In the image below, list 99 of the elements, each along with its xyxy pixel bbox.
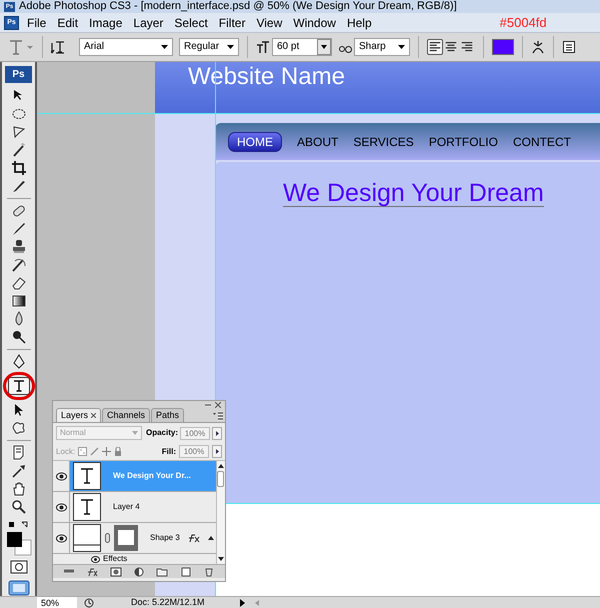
layer-name: Shape 3 (150, 534, 180, 542)
caret-icon (227, 45, 234, 49)
layer-name: Layer 4 (113, 503, 140, 511)
pen-icon (10, 354, 26, 370)
color-swatches-icon[interactable] (4, 530, 32, 556)
menu-item[interactable]: Edit (57, 16, 78, 28)
palette-icon[interactable] (562, 40, 576, 54)
lasso-icon (10, 124, 26, 140)
brush-icon (10, 221, 26, 237)
nav-link[interactable]: PORTFOLIO (428, 136, 498, 148)
status-menu-arrow-icon[interactable] (237, 598, 247, 608)
app-logo: Ps (5, 66, 32, 83)
tool-button[interactable] (8, 377, 30, 395)
lock-icon[interactable] (114, 447, 122, 456)
text-orientation-icon[interactable] (51, 40, 65, 54)
nav-link[interactable]: CONTECT (512, 136, 571, 148)
panel-tab[interactable]: Paths (151, 408, 184, 422)
opacity-field[interactable]: 100% (180, 426, 210, 440)
effects-label: Effects (103, 555, 128, 563)
wand-icon (10, 142, 26, 158)
history-brush-icon (10, 257, 26, 273)
warp-text-icon[interactable] (531, 40, 545, 54)
anti-alias-dropdown[interactable]: Sharp (354, 38, 410, 56)
eye-icon[interactable] (91, 556, 100, 562)
font-style-dropdown[interactable]: Regular (179, 38, 239, 56)
checker-icon[interactable] (78, 447, 88, 456)
dodge-icon (10, 329, 26, 345)
window-title: Adobe Photoshop CS3 - [modern_interface.psd @ 50% (We Design Your Dream, RGB/8)] (19, 1, 457, 12)
menu-item[interactable]: Image (89, 16, 122, 28)
screen-mode-icon[interactable] (8, 580, 30, 596)
panel-tab[interactable]: Layers (56, 408, 102, 422)
fx-icon[interactable] (188, 533, 200, 543)
swap-colors-icon[interactable] (6, 520, 30, 530)
ellipse-select-icon (10, 106, 26, 122)
font-family-dropdown[interactable]: Arial (79, 38, 173, 56)
hand-icon (10, 481, 26, 497)
zoom-icon (10, 499, 26, 515)
menu-item[interactable]: Filter (218, 16, 246, 28)
menu-item[interactable]: Layer (133, 16, 164, 28)
layer-thumbnail-icon[interactable] (73, 524, 101, 552)
zoom-field[interactable]: 50% (37, 596, 77, 608)
blob-shape-icon (10, 420, 26, 436)
move-arrows-icon[interactable] (102, 447, 112, 456)
new-layer-icon[interactable] (180, 566, 192, 576)
fill-label: Fill: (162, 448, 176, 456)
caret-icon (398, 45, 405, 49)
eyedropper-icon (10, 463, 26, 479)
font-size-field[interactable]: 60 pt (272, 38, 332, 56)
opacity-label: Opacity: (146, 429, 178, 437)
menu-item[interactable]: Select (174, 16, 208, 28)
document-size: Doc: 5.22M/12.1M (131, 598, 206, 607)
font-size-icon[interactable] (256, 40, 270, 54)
caret-icon (161, 45, 168, 49)
gradient-icon (10, 293, 26, 309)
text-layer-thumbnail-icon[interactable] (73, 462, 101, 490)
caret-icon (132, 431, 138, 435)
status-icon[interactable] (83, 598, 95, 608)
scroll-down-icon[interactable] (218, 557, 224, 561)
knife-icon (10, 178, 26, 194)
menu-item[interactable]: File (27, 16, 46, 28)
fill-field[interactable]: 100% (179, 445, 209, 458)
minimize-icon[interactable] (205, 402, 211, 408)
stamp-icon (10, 239, 26, 255)
lock-label: Lock: (56, 448, 76, 456)
layer-name: We Design Your Dr... (113, 472, 191, 480)
color-annotation: #5004fd (500, 16, 547, 29)
menu-item[interactable]: Help (346, 16, 372, 28)
nav-link[interactable]: ABOUT (297, 136, 338, 148)
crop-icon (10, 160, 26, 176)
close-icon[interactable] (215, 402, 221, 408)
panel-tab[interactable]: Channels (102, 408, 150, 422)
menu-item[interactable]: View (256, 16, 282, 28)
trash-icon[interactable] (203, 566, 216, 576)
vector-mask-thumbnail-icon[interactable] (114, 525, 138, 551)
headline: We Design Your Dream (283, 181, 544, 207)
scroll-up-icon[interactable] (218, 464, 224, 468)
mask-icon[interactable] (110, 566, 122, 576)
panel-menu-icon[interactable] (213, 412, 223, 420)
note-icon (10, 445, 26, 461)
menu-item[interactable]: Window (293, 16, 336, 28)
close-icon[interactable] (91, 413, 96, 418)
eye-icon[interactable] (56, 534, 66, 542)
type-tool-icon[interactable] (8, 38, 34, 56)
scroll-thumb[interactable] (217, 471, 224, 487)
eraser-icon (10, 275, 26, 291)
folder-icon[interactable] (156, 566, 168, 576)
adjustment-icon[interactable] (132, 566, 145, 576)
collapse-arrow-icon[interactable] (208, 536, 214, 540)
layer-row[interactable]: Shape 3 (70, 523, 216, 553)
link-icon[interactable] (105, 533, 110, 543)
quick-mask-icon[interactable] (10, 560, 28, 574)
fx-icon[interactable] (86, 566, 98, 576)
nav-link[interactable]: SERVICES (353, 136, 414, 148)
eye-icon[interactable] (56, 502, 66, 512)
align-left-button[interactable] (427, 39, 443, 55)
nav-link[interactable]: HOME (228, 132, 282, 152)
eye-icon[interactable] (56, 472, 66, 480)
text-color-swatch[interactable] (492, 39, 514, 55)
text-layer-thumbnail-icon[interactable] (73, 493, 101, 521)
